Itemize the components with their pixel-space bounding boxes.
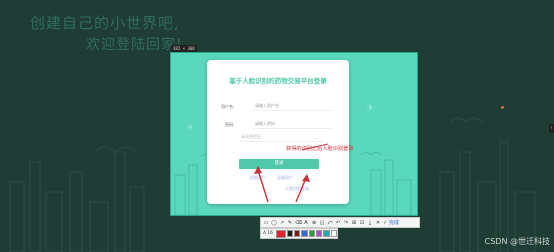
sticker-tool-icon[interactable]: ◱ — [319, 220, 325, 226]
username-field[interactable]: 请输入用户名 — [253, 102, 333, 111]
watermark: CSDN @世迁科技 — [484, 237, 550, 246]
pin-icon[interactable]: ⊞ — [351, 220, 357, 226]
undo-icon[interactable]: ↶ — [335, 220, 341, 226]
color-swatch[interactable] — [323, 230, 330, 237]
color-swatch[interactable] — [330, 230, 338, 237]
password-field[interactable]: 请输入密码 — [253, 120, 333, 129]
check-icon[interactable]: ✓ — [383, 220, 387, 226]
color-swatch[interactable] — [316, 230, 323, 237]
color-swatch[interactable] — [293, 230, 301, 237]
style-toolbar: A 16 — [260, 228, 338, 239]
text-style-icon[interactable]: A — [263, 231, 266, 236]
ocr-icon[interactable]: ⊡ — [359, 220, 365, 226]
plane-icon: ✈ — [187, 123, 194, 132]
desktop: 创建自己的小世界吧, 欢迎登陆回家! 382 × 368 ✈ ✈ 基于人脸识别的… — [0, 0, 554, 252]
slogan-line-2: 欢迎登陆回家! — [86, 37, 183, 53]
face-register-link[interactable]: 注册用户 — [277, 175, 293, 181]
login-title: 基于人脸识别的药物交易平台登录 — [229, 77, 327, 85]
annotation-pointer-icon — [301, 143, 329, 151]
status-dot — [501, 106, 504, 109]
font-size-select[interactable]: 16 — [267, 231, 273, 236]
close-icon[interactable]: ✕ — [375, 220, 381, 226]
login-button[interactable]: 登录 — [239, 159, 319, 169]
current-color-swatch[interactable] — [275, 229, 286, 238]
selection-size-badge: 382 × 368 — [171, 45, 197, 52]
username-label: 用户名: — [221, 104, 235, 109]
ellipse-tool-icon[interactable]: ◯ — [271, 220, 277, 226]
color-swatch[interactable] — [308, 230, 316, 237]
eraser-tool-icon[interactable]: ⌫ — [295, 220, 302, 226]
mosaic-tool-icon[interactable]: ⊕ — [311, 220, 317, 226]
annotation-arrow-icon — [295, 174, 310, 203]
side-handle[interactable]: › — [549, 124, 554, 133]
save-icon[interactable]: ⤓ — [367, 220, 373, 226]
screenshot-toolbar: ▭ ◯ ↗ ✎ ⌫ A ⊕ ◱ ⤺ ↶ ↷ ⊞ ⊡ ⤓ ✕ ✓ 完成 — [260, 217, 420, 228]
rectangle-tool-icon[interactable]: ▭ — [263, 220, 269, 226]
annotation-arrow-icon — [254, 166, 269, 203]
slogan-line-1: 创建自己的小世界吧, — [30, 14, 180, 32]
arrow-tool-icon[interactable]: ↗ — [279, 220, 285, 226]
redo-icon[interactable]: ↷ — [343, 220, 349, 226]
color-swatch[interactable] — [301, 230, 308, 237]
pen-tool-icon[interactable]: ✎ — [287, 220, 293, 226]
plane-icon: ✈ — [367, 103, 374, 112]
done-button[interactable]: 完成 — [389, 219, 399, 226]
password-label: 密码: — [225, 122, 235, 127]
rotate-tool-icon[interactable]: ⤺ — [327, 220, 333, 226]
color-swatch[interactable] — [286, 230, 293, 237]
text-tool-icon[interactable]: A — [303, 220, 309, 226]
login-card: 基于人脸识别的药物交易平台登录 用户名: 请输入用户名 密码: 请输入密码 请选… — [207, 60, 349, 204]
